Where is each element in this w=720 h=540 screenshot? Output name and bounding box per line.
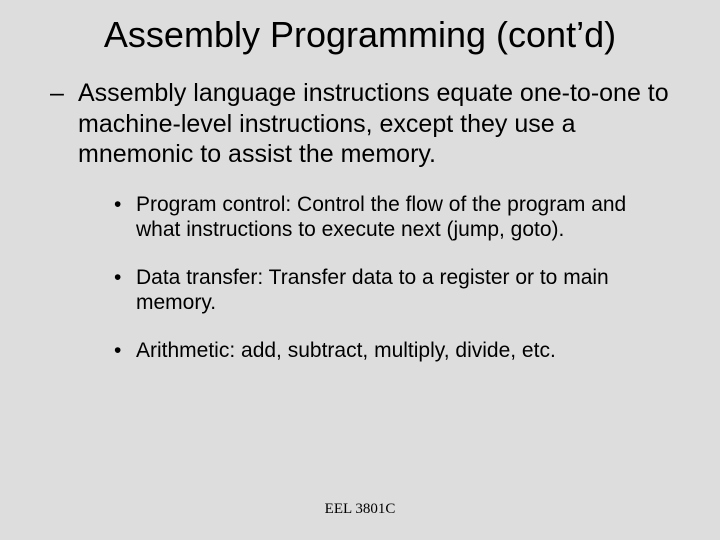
slide-body: – Assembly language instructions equate … <box>0 78 720 364</box>
sub-bullet: • Data transfer: Transfer data to a regi… <box>114 265 670 316</box>
main-bullet-text: Assembly language instructions equate on… <box>78 78 670 170</box>
slide-footer: EEL 3801C <box>0 501 720 518</box>
dash-marker: – <box>50 78 78 170</box>
sub-bullet-group: • Program control: Control the flow of t… <box>50 192 670 364</box>
sub-bullet-text: Program control: Control the flow of the… <box>136 192 670 243</box>
main-bullet: – Assembly language instructions equate … <box>50 78 670 170</box>
slide-title: Assembly Programming (cont’d) <box>0 0 720 60</box>
slide: Assembly Programming (cont’d) – Assembly… <box>0 0 720 540</box>
sub-bullet-text: Arithmetic: add, subtract, multiply, div… <box>136 338 670 364</box>
bullet-marker: • <box>114 192 136 243</box>
sub-bullet: • Arithmetic: add, subtract, multiply, d… <box>114 338 670 364</box>
sub-bullet-text: Data transfer: Transfer data to a regist… <box>136 265 670 316</box>
bullet-marker: • <box>114 338 136 364</box>
sub-bullet: • Program control: Control the flow of t… <box>114 192 670 243</box>
bullet-marker: • <box>114 265 136 316</box>
